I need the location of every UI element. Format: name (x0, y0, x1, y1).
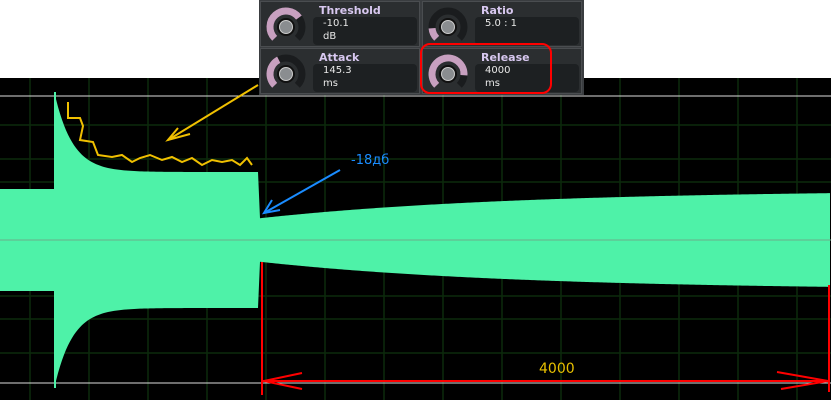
compressor-panel: Threshold -10.1 dB Ratio 5.0 : 1 Attack 1… (259, 0, 584, 95)
release-control[interactable]: Release 4000 ms (422, 48, 582, 94)
gain-drop-label: -18дб (351, 153, 390, 168)
threshold-knob-icon[interactable] (265, 5, 307, 47)
ratio-number: 5.0 : 1 (485, 18, 517, 29)
release-value[interactable]: 4000 ms (475, 64, 579, 92)
knob-arc (428, 27, 440, 41)
release-unit: ms (485, 78, 500, 89)
attack-value[interactable]: 145.3 ms (313, 64, 417, 92)
attack-control[interactable]: Attack 145.3 ms (260, 48, 420, 94)
threshold-number: -10.1 (323, 18, 349, 29)
threshold-unit: dB (323, 31, 337, 42)
knob-cap (279, 20, 293, 34)
knob-cap (441, 20, 455, 34)
knob-cap (441, 67, 455, 81)
ratio-label: Ratio (481, 4, 514, 17)
release-span-label: 4000 (539, 361, 575, 377)
attack-unit: ms (323, 78, 338, 89)
attack-number: 145.3 (323, 65, 352, 76)
release-knob-icon[interactable] (427, 52, 469, 94)
threshold-control[interactable]: Threshold -10.1 dB (260, 1, 420, 47)
ratio-knob-icon[interactable] (427, 5, 469, 47)
release-label: Release (481, 51, 530, 64)
attack-label: Attack (319, 51, 360, 64)
waveform-svg (0, 78, 831, 400)
knob-cap (279, 67, 293, 81)
threshold-value[interactable]: -10.1 dB (313, 17, 417, 45)
release-number: 4000 (485, 65, 511, 76)
threshold-label: Threshold (319, 4, 381, 17)
ratio-control[interactable]: Ratio 5.0 : 1 (422, 1, 582, 47)
attack-knob-icon[interactable] (265, 52, 307, 94)
ratio-value[interactable]: 5.0 : 1 (475, 17, 579, 45)
waveform-view (0, 78, 831, 400)
